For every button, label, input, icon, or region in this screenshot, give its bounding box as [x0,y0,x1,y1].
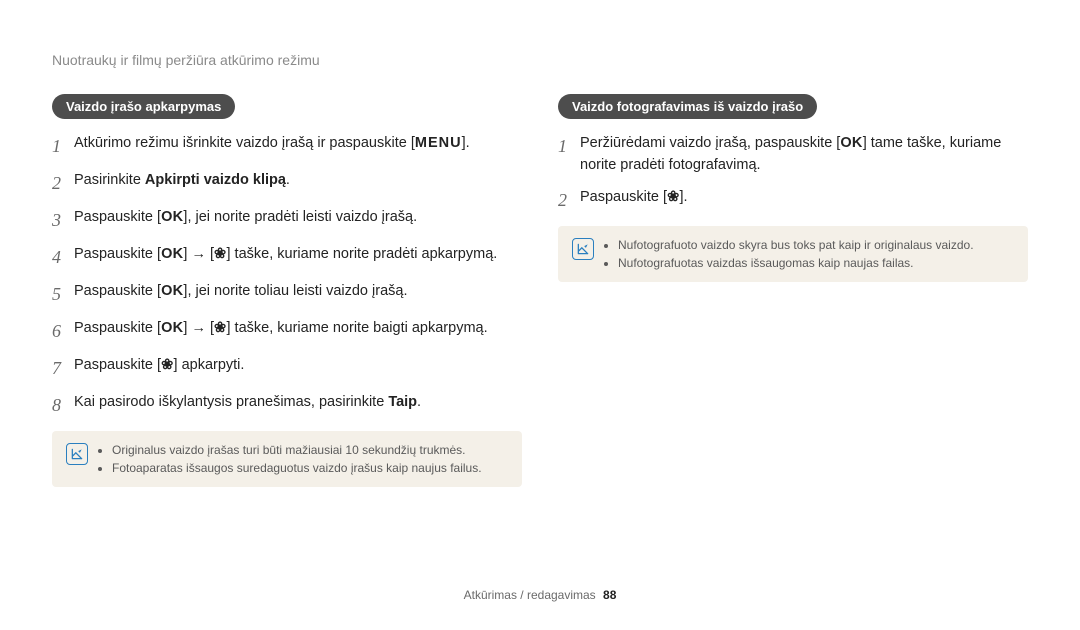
note-icon [66,443,88,465]
step-text: Paspauskite [OK], jei norite pradėti lei… [74,207,417,229]
step-text: Paspauskite [❀]. [580,187,688,209]
step-number: 4 [52,244,74,271]
step-text: Paspauskite [OK] → [❀] taške, kuriame no… [74,318,488,340]
step-number: 8 [52,392,74,419]
step-item: 8Kai pasirodo iškylantysis pranešimas, p… [52,392,522,419]
ok-glyph: OK [840,133,862,155]
step-text: Paspauskite [OK], jei norite toliau leis… [74,281,407,303]
step-number: 3 [52,207,74,234]
step-number: 5 [52,281,74,308]
note-list-left: Originalus vaizdo įrašas turi būti mažia… [98,441,482,477]
steps-list-left: 1Atkūrimo režimu išrinkite vaizdo įrašą … [52,133,522,419]
step-number: 2 [52,170,74,197]
ok-glyph: OK [161,207,183,229]
step-text: Paspauskite [❀] apkarpyti. [74,355,244,377]
note-icon [572,238,594,260]
right-column: Vaizdo fotografavimas iš vaizdo įrašo 1P… [558,94,1028,487]
step-number: 1 [52,133,74,160]
note-item: Nufotografuotas vaizdas išsaugomas kaip … [618,254,974,272]
step-text: Atkūrimo režimu išrinkite vaizdo įrašą i… [74,133,470,155]
steps-list-right: 1Peržiūrėdami vaizdo įrašą, paspauskite … [558,133,1028,214]
section-pill-trim: Vaizdo įrašo apkarpymas [52,94,235,119]
note-item: Fotoaparatas išsaugos suredaguotus vaizd… [112,459,482,477]
note-item: Originalus vaizdo įrašas turi būti mažia… [112,441,482,459]
step-text: Kai pasirodo iškylantysis pranešimas, pa… [74,392,421,414]
step-text: Peržiūrėdami vaizdo įrašą, paspauskite [… [580,133,1028,177]
flower-glyph: ❀ [214,244,226,266]
page-footer: Atkūrimas / redagavimas 88 [0,588,1080,602]
breadcrumb: Nuotraukų ir filmų peržiūra atkūrimo rež… [52,52,1028,68]
step-number: 6 [52,318,74,345]
step-item: 5Paspauskite [OK], jei norite toliau lei… [52,281,522,308]
flower-glyph: ❀ [214,318,226,340]
flower-glyph: ❀ [667,187,679,209]
section-pill-capture: Vaizdo fotografavimas iš vaizdo įrašo [558,94,817,119]
manual-page: Nuotraukų ir filmų peržiūra atkūrimo rež… [0,0,1080,487]
step-item: 4Paspauskite [OK] → [❀] taške, kuriame n… [52,244,522,271]
step-number: 7 [52,355,74,382]
step-item: 3Paspauskite [OK], jei norite pradėti le… [52,207,522,234]
step-item: 7Paspauskite [❀] apkarpyti. [52,355,522,382]
flower-glyph: ❀ [161,355,173,377]
step-item: 2Paspauskite [❀]. [558,187,1028,214]
ok-glyph: OK [161,281,183,303]
footer-section: Atkūrimas / redagavimas [464,588,596,602]
step-text: Pasirinkite Apkirpti vaizdo klipą. [74,170,290,192]
ok-glyph: OK [161,244,183,266]
step-number: 2 [558,187,580,214]
ok-glyph: OK [161,318,183,340]
columns: Vaizdo įrašo apkarpymas 1Atkūrimo režimu… [52,94,1028,487]
step-item: 6Paspauskite [OK] → [❀] taške, kuriame n… [52,318,522,345]
menu-glyph: MENU [415,133,462,155]
note-list-right: Nufotografuoto vaizdo skyra bus toks pat… [604,236,974,272]
step-item: 2Pasirinkite Apkirpti vaizdo klipą. [52,170,522,197]
note-box-left: Originalus vaizdo įrašas turi būti mažia… [52,431,522,487]
step-item: 1Atkūrimo režimu išrinkite vaizdo įrašą … [52,133,522,160]
step-text: Paspauskite [OK] → [❀] taške, kuriame no… [74,244,497,266]
footer-page-number: 88 [603,588,616,602]
left-column: Vaizdo įrašo apkarpymas 1Atkūrimo režimu… [52,94,522,487]
step-number: 1 [558,133,580,160]
step-item: 1Peržiūrėdami vaizdo įrašą, paspauskite … [558,133,1028,177]
note-item: Nufotografuoto vaizdo skyra bus toks pat… [618,236,974,254]
note-box-right: Nufotografuoto vaizdo skyra bus toks pat… [558,226,1028,282]
